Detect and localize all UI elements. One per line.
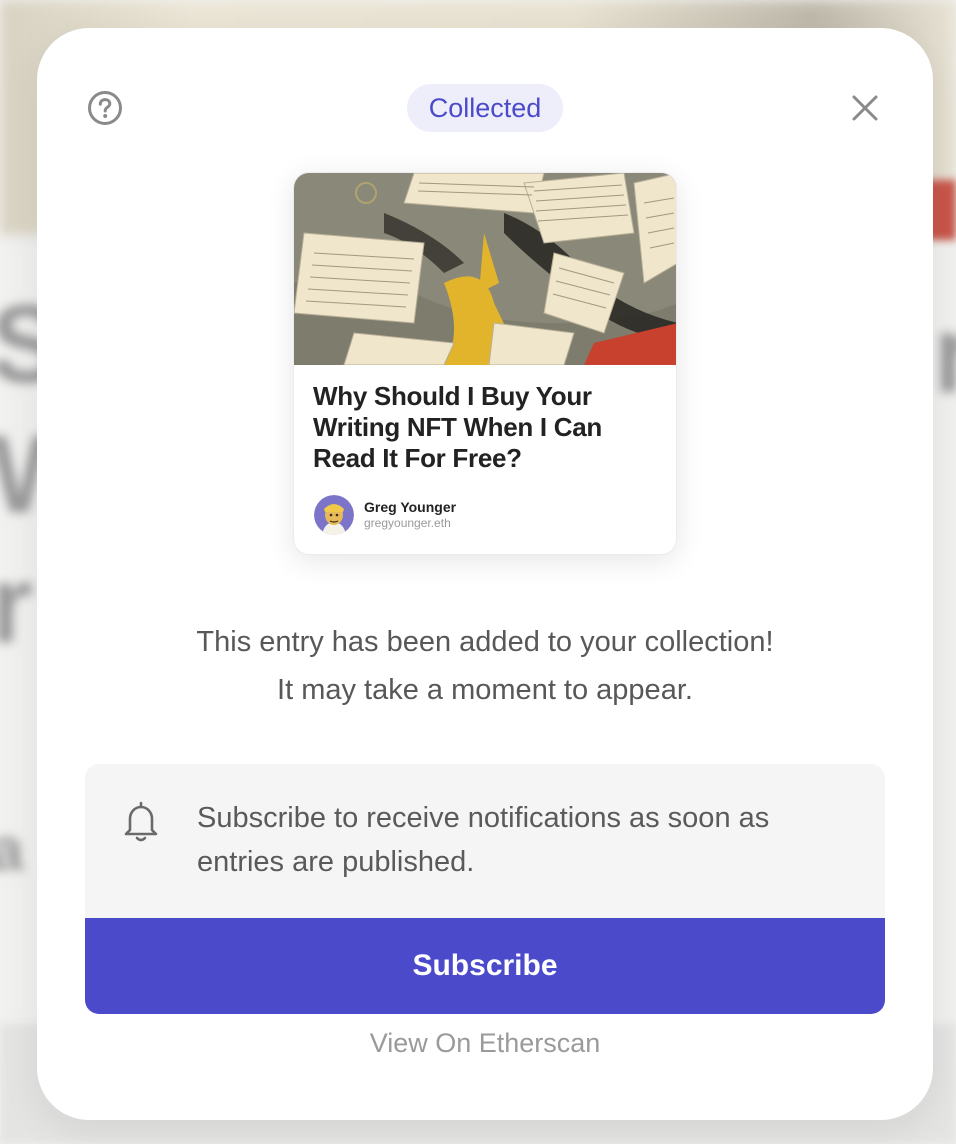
status-badge: Collected [407, 84, 563, 132]
author-handle: gregyounger.eth [364, 516, 451, 530]
entry-card[interactable]: Why Should I Buy Your Writing NFT When I… [293, 172, 677, 555]
cover-image [294, 173, 676, 365]
background-blur: r [0, 543, 33, 666]
confirmation-line-1: This entry has been added to your collec… [196, 626, 774, 658]
avatar [314, 495, 354, 535]
author-name: Greg Younger [364, 499, 457, 515]
confirmation-line-2: It may take a moment to appear. [277, 674, 693, 706]
close-icon[interactable] [849, 92, 881, 124]
entry-title: Why Should I Buy Your Writing NFT When I… [313, 381, 602, 473]
view-on-etherscan-link[interactable]: View On Etherscan [37, 1028, 933, 1059]
subscribe-button[interactable]: Subscribe [85, 918, 885, 1014]
subscribe-description: Subscribe to receive notifications as so… [197, 802, 770, 878]
confirmation-message: This entry has been added to your collec… [37, 618, 933, 714]
background-blur: a [0, 816, 24, 883]
bell-icon [124, 801, 158, 842]
author-row: Greg Younger gregyounger.eth [314, 495, 456, 535]
subscribe-panel: Subscribe to receive notifications as so… [85, 764, 885, 1014]
collected-modal: Collected Why Should I Buy Your Writing … [37, 28, 933, 1120]
question-circle-icon[interactable] [87, 90, 123, 126]
background-blur: r [933, 293, 956, 416]
